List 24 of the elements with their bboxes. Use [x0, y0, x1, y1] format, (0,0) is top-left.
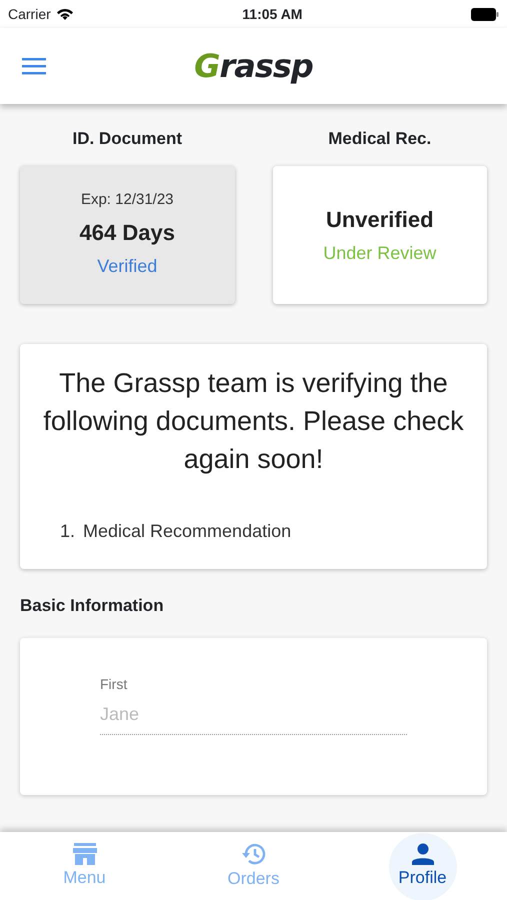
logo: Grassp	[194, 46, 313, 87]
text-field[interactable]: Jane	[100, 695, 407, 735]
notice-message: The Grassp team is verifying the following documents. Please check again soon!	[42, 366, 465, 476]
verification-status: Under Review	[323, 242, 436, 264]
person-icon	[412, 843, 434, 866]
store-icon	[72, 843, 96, 866]
status-time: 11:05 AM	[242, 6, 302, 22]
nav-tab[interactable]: Profile	[338, 832, 507, 900]
carrier-name: Carrier	[8, 4, 51, 24]
document-status-title: 464 Days	[80, 218, 175, 247]
nav-tab[interactable]: Menu	[0, 832, 169, 900]
wifi-icon	[56, 7, 74, 21]
document-heading: Medical Rec.	[327, 128, 432, 150]
expiry-date: Exp: 12/31/23	[80, 190, 174, 210]
section-title: Basic Information	[20, 594, 165, 616]
field-label: First	[100, 675, 128, 694]
history-icon	[240, 842, 266, 866]
pending-document: Medical Recommendation	[83, 520, 292, 542]
document-status-title: Unverified	[326, 206, 434, 234]
verification-status: Verified	[97, 254, 158, 278]
battery-icon	[471, 8, 499, 20]
list-number: 1.	[60, 520, 76, 542]
nav-tab[interactable]: Orders	[169, 832, 338, 900]
document-heading: ID. Document	[71, 128, 184, 150]
